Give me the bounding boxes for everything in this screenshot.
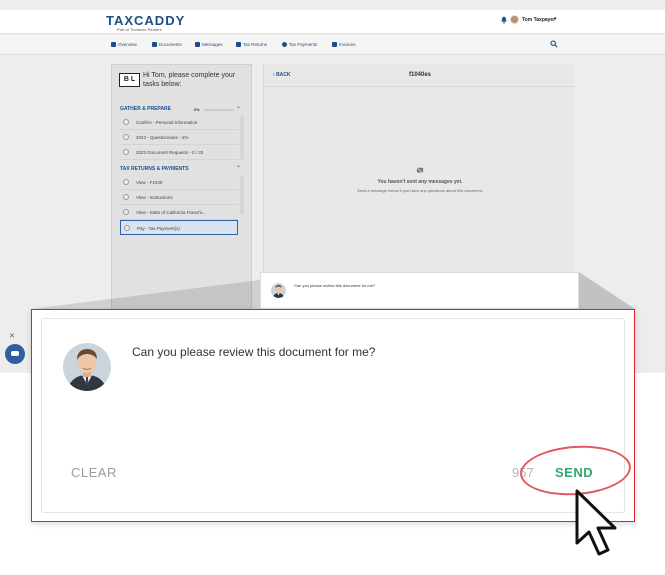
- message-input[interactable]: Can you please review this document for …: [132, 345, 375, 359]
- task-label: View - State of California Franchi...: [136, 210, 206, 215]
- top-bar: TAXCADDY Part of Thomson Reuters Tom Tax…: [0, 10, 665, 34]
- compose-box-mini[interactable]: Can you please review this document for …: [260, 272, 579, 309]
- avatar: [63, 343, 111, 391]
- task-label: View - Instructions: [136, 195, 173, 200]
- task-item[interactable]: View - Instructions: [120, 190, 238, 205]
- empty-state-title: You haven't sent any messages yet.: [377, 179, 463, 185]
- no-messages-icon: [416, 167, 424, 174]
- divider: [264, 86, 576, 87]
- nav-documents-label: Documents: [159, 42, 182, 47]
- document-title: f1040es: [408, 72, 432, 78]
- nav-overview[interactable]: Overview: [111, 42, 137, 47]
- task-greeting: Hi Tom, please complete your tasks below…: [143, 72, 236, 88]
- nav-documents[interactable]: Documents: [152, 42, 182, 47]
- gather-task-list: Confirm - Personal Information 2022 - Qu…: [120, 115, 238, 160]
- nav-tax-returns[interactable]: Tax Returns: [236, 42, 267, 47]
- status-circle-icon: [123, 194, 129, 200]
- status-circle-icon: [123, 119, 129, 125]
- nav-messages-label: Messages: [202, 42, 223, 47]
- status-circle-icon: [123, 209, 129, 215]
- task-item[interactable]: View - State of California Franchi...: [120, 205, 238, 220]
- draft-message: Can you please review this document for …: [294, 283, 376, 288]
- chat-icon: [11, 351, 19, 356]
- tax-returns-icon: [236, 42, 241, 47]
- scrollbar[interactable]: [240, 115, 244, 160]
- logo-tagline: Part of Thomson Reuters: [117, 27, 162, 32]
- section-tax-returns-payments[interactable]: TAX RETURNS & PAYMENTS: [120, 166, 189, 172]
- chevron-down-icon[interactable]: ⌄: [236, 103, 241, 110]
- person-photo-icon: [63, 343, 111, 391]
- task-label: 2022 - Questionnaire - 2%: [136, 135, 189, 140]
- task-item[interactable]: 2022 - Questionnaire - 2%: [120, 130, 238, 145]
- nav-messages[interactable]: Messages: [195, 42, 223, 47]
- chat-bubble-button[interactable]: [5, 344, 25, 364]
- task-label: Confirm - Personal Information: [136, 120, 198, 125]
- nav-invoices-label: Invoices: [339, 42, 356, 47]
- task-panel: B L Hi Tom, please complete your tasks b…: [111, 64, 252, 314]
- invoice-icon: [332, 42, 337, 47]
- main-nav: Overview Documents Messages Tax Returns …: [0, 35, 665, 55]
- nav-tax-payments[interactable]: Tax Payments: [282, 42, 317, 47]
- avatar: [271, 283, 286, 298]
- person-photo-icon: [271, 283, 286, 298]
- nav-tax-returns-label: Tax Returns: [243, 42, 268, 47]
- task-item[interactable]: View - F1040: [120, 175, 238, 190]
- status-circle-icon: [123, 134, 129, 140]
- mouse-pointer-icon: [575, 489, 617, 556]
- documents-icon: [152, 42, 157, 47]
- chevron-down-icon[interactable]: ⌄: [236, 162, 241, 169]
- status-circle-icon: [124, 225, 130, 231]
- status-circle-icon: [123, 179, 129, 185]
- returns-task-list: View - F1040 View - Instructions View - …: [120, 175, 238, 235]
- task-label: Pay - Tax Payment(s): [137, 226, 180, 231]
- search-icon[interactable]: [550, 40, 558, 48]
- task-label: 2022 Document Requests - 0 / 33: [136, 150, 204, 155]
- nav-tax-payments-label: Tax Payments: [289, 42, 318, 47]
- bell-icon[interactable]: [500, 16, 508, 24]
- task-item-selected[interactable]: Pay - Tax Payment(s): [120, 220, 238, 235]
- progress-percent: 0%: [194, 107, 200, 112]
- nav-invoices[interactable]: Invoices: [332, 42, 356, 47]
- nav-overview-label: Overview: [118, 42, 137, 47]
- empty-state-subtitle: Send a message below if you have any que…: [356, 188, 484, 193]
- clear-button[interactable]: CLEAR: [71, 465, 117, 480]
- task-item[interactable]: 2022 Document Requests - 0 / 33: [120, 145, 238, 160]
- section-gather-prepare[interactable]: GATHER & PREPARE: [120, 106, 171, 112]
- firm-logo: B L: [119, 73, 140, 87]
- chevron-down-icon[interactable]: ▾: [554, 16, 557, 22]
- user-avatar[interactable]: [510, 15, 519, 24]
- taxcaddy-logo: TAXCADDY: [106, 13, 186, 28]
- home-icon: [111, 42, 116, 47]
- user-name[interactable]: Tom Taxpayer: [522, 17, 555, 23]
- task-label: View - F1040: [136, 180, 163, 185]
- status-circle-icon: [123, 149, 129, 155]
- task-item[interactable]: Confirm - Personal Information: [120, 115, 238, 130]
- scrollbar[interactable]: [240, 175, 244, 215]
- progress-bar: [204, 109, 234, 111]
- messages-icon: [195, 42, 200, 47]
- close-icon[interactable]: ✕: [9, 332, 15, 340]
- dollar-icon: [282, 42, 287, 47]
